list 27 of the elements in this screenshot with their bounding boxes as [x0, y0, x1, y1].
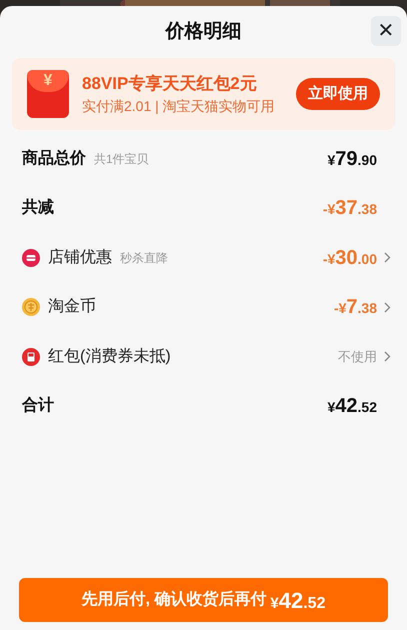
price-text: -¥37.38 [322, 196, 377, 222]
sheet-title: 价格明细 [166, 20, 242, 44]
price-text: ¥42.52 [327, 394, 377, 420]
promo-title: 88VIP专享天天红包2元 [82, 73, 258, 94]
chevron-right-icon [384, 302, 391, 313]
row-label: 淘金币 [48, 296, 96, 318]
row-note: 共1件宝贝 [94, 150, 149, 168]
coin-icon [22, 298, 40, 316]
pay-button[interactable]: 先用后付, 确认收货后再付 ¥42.52 [19, 578, 388, 622]
price-text: ¥79.90 [327, 146, 377, 172]
row-note: 秒杀直降 [120, 250, 168, 267]
row-value: 不使用 [338, 348, 377, 366]
shop-icon [22, 248, 40, 267]
row-label: 商品总价 [22, 148, 86, 169]
promo-subtitle: 实付满2.01 | 淘宝天猫实物可用 [82, 97, 276, 115]
envelope-icon: ¥ [27, 70, 69, 118]
price-text: -¥7.38 [334, 295, 377, 320]
chevron-right-icon [384, 252, 391, 264]
close-button[interactable]: ✕ [371, 16, 401, 46]
row-label: 红包(消费券未抵) [48, 346, 171, 367]
row-label: 合计 [22, 396, 54, 416]
envelope-icon [22, 348, 40, 366]
use-now-button[interactable]: 立即使用 [296, 78, 380, 110]
price-text: -¥30.00 [322, 246, 377, 271]
chevron-right-icon [384, 351, 391, 362]
row-label: 共减 [22, 198, 54, 218]
row-label: 店铺优惠 [48, 248, 112, 268]
